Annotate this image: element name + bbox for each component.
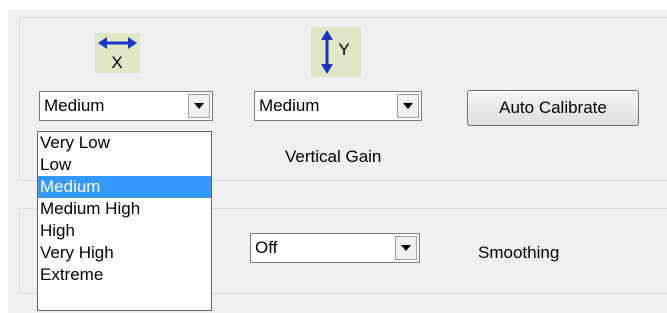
- dropdown-option-extreme[interactable]: Extreme: [38, 264, 211, 286]
- dropdown-option-very-high[interactable]: Very High: [38, 242, 211, 264]
- vertical-gain-label: Vertical Gain: [285, 147, 382, 166]
- auto-calibrate-button[interactable]: Auto Calibrate: [467, 90, 639, 126]
- horizontal-gain-arrows-icon: X: [95, 33, 140, 73]
- vertical-gain-select[interactable]: Medium: [254, 91, 422, 121]
- horizontal-gain-dropdown-list: Very Low Low Medium Medium High High Ver…: [37, 131, 212, 311]
- vertical-axis-letter: Y: [338, 40, 349, 59]
- chevron-down-icon[interactable]: [397, 94, 419, 118]
- smoothing-label: Smoothing: [478, 243, 560, 262]
- dropdown-option-medium[interactable]: Medium: [38, 176, 211, 198]
- dropdown-option-very-low[interactable]: Very Low: [38, 132, 211, 154]
- horizontal-axis-letter: X: [111, 53, 122, 72]
- dropdown-option-high[interactable]: High: [38, 220, 211, 242]
- chevron-down-icon[interactable]: [188, 94, 210, 118]
- chevron-down-icon[interactable]: [395, 236, 417, 260]
- vertical-gain-value: Medium: [259, 96, 320, 115]
- vertical-gain-arrows-icon: Y: [311, 27, 361, 77]
- dropdown-option-low[interactable]: Low: [38, 154, 211, 176]
- horizontal-gain-value: Medium: [44, 96, 105, 115]
- smoothing-value: Off: [255, 238, 278, 257]
- dropdown-option-medium-high[interactable]: Medium High: [38, 198, 211, 220]
- smoothing-select[interactable]: Off: [250, 233, 420, 263]
- horizontal-gain-select[interactable]: Medium: [39, 91, 213, 121]
